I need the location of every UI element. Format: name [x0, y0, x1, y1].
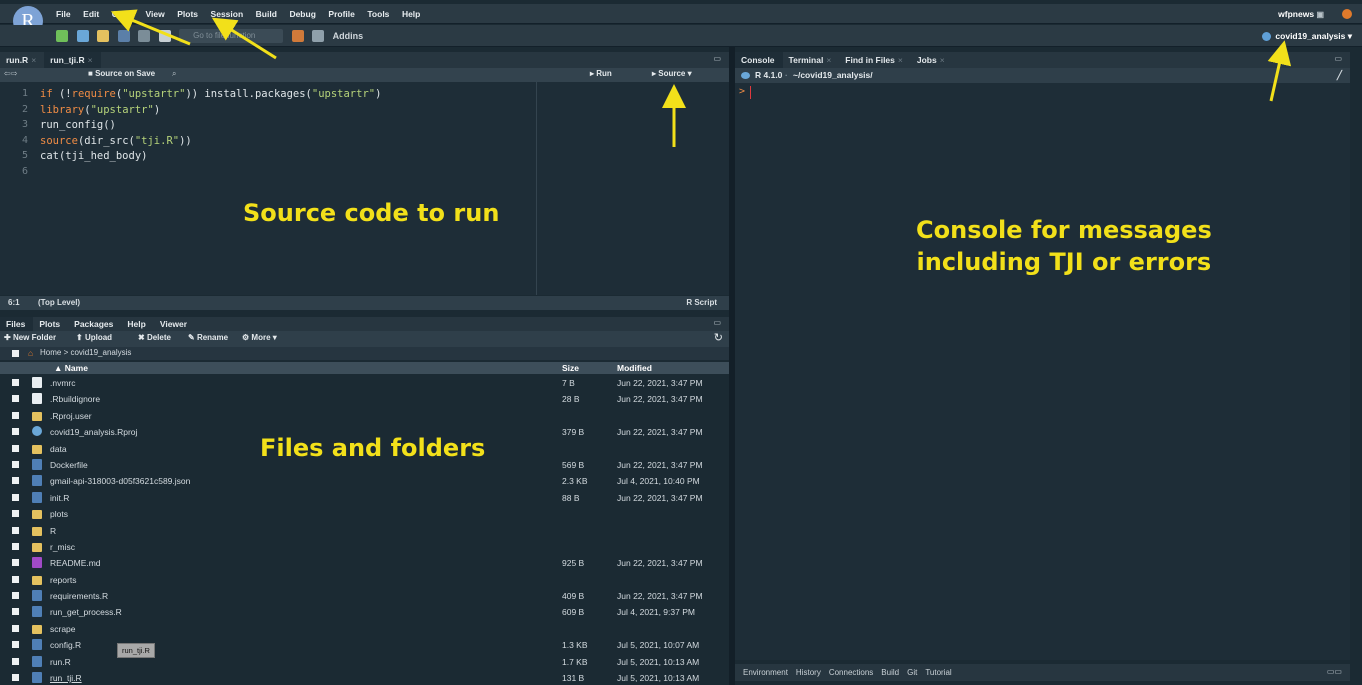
annotation-arrows — [110, 9, 1292, 147]
arrow-session-menu — [211, 17, 277, 60]
arrow-project-menu — [1267, 40, 1292, 102]
arrow-code-menu — [110, 9, 191, 46]
